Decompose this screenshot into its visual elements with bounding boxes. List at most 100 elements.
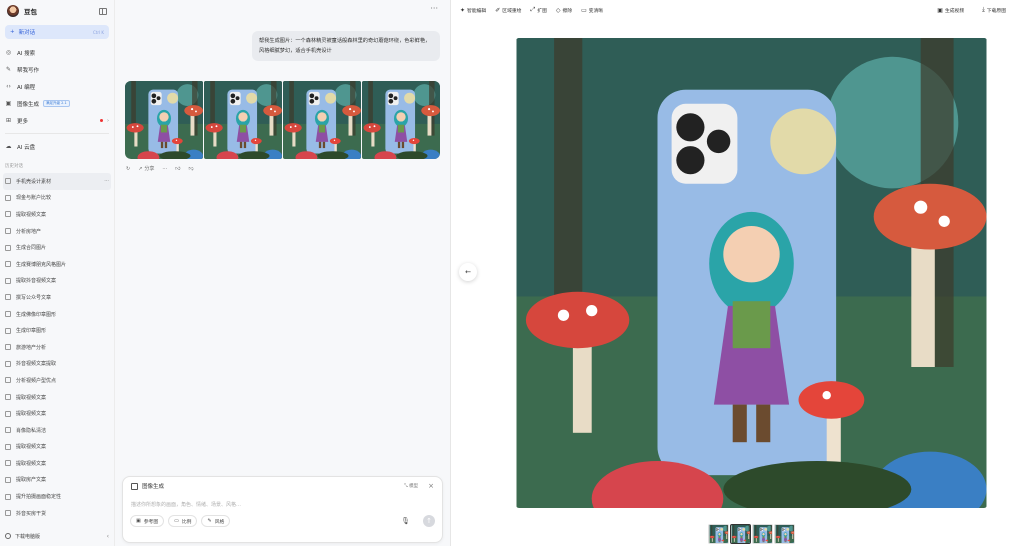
more-icon[interactable]: ···	[104, 178, 109, 184]
history-item[interactable]: 分析房地产	[0, 223, 114, 240]
expand-icon: ⤢	[530, 6, 536, 13]
history-item-label: 生成佛像印章图形	[16, 311, 57, 318]
expand-button[interactable]: ⤢ 扩图	[530, 6, 546, 14]
share-label: 分享	[144, 166, 155, 172]
download-desktop-link[interactable]: 下载电脑版 ‹	[5, 529, 109, 543]
history-item[interactable]: 提取视频文案	[0, 389, 114, 406]
thumbnail-4[interactable]	[774, 524, 795, 544]
generate-video-button[interactable]: ▣ 生成视频	[937, 6, 964, 14]
user-message: 帮我生成图片：一个森林精灵被童话般森林里的奇幻蘑菇环绕，色彩鲜艳，风格细腻梦幻，…	[252, 31, 440, 61]
generated-image-4[interactable]	[362, 81, 440, 159]
close-icon[interactable]: ×	[428, 482, 434, 490]
history-item[interactable]: 肖像隐私清洁	[0, 422, 114, 439]
previous-image-button[interactable]: ←	[459, 263, 477, 281]
download-original-button[interactable]: ⤓ 下载原图	[982, 6, 1006, 14]
tool-label: 参考图	[143, 519, 159, 525]
history-item[interactable]: 旅游地产分析	[0, 339, 114, 356]
history-item-label: 撰写公众号文章	[16, 294, 52, 301]
image-preview-pane: ✦ 智能编辑 ✐ 区域重绘 ⤢ 扩图 ◇ 擦除 ▭ 变清晰 ▣ 生成视频 ⤓ 下载原图 ←	[451, 0, 1024, 546]
erase-button[interactable]: ◇ 擦除	[556, 7, 572, 14]
regenerate-icon[interactable]: ↻	[126, 166, 130, 172]
history-item[interactable]: 手机壳设计素材 ···	[3, 173, 111, 190]
history-item-label: 抖音视频文案提取	[16, 361, 57, 368]
reference-image-button[interactable]: ▣ 参考图	[130, 515, 165, 527]
history-item[interactable]: 提取抖音视频文案	[0, 273, 114, 290]
enhance-button[interactable]: ▭ 变清晰	[581, 7, 603, 14]
history-item[interactable]: 抖音买房干货	[0, 505, 114, 522]
sidebar-item-label: AI 云盘	[17, 144, 36, 151]
sidebar-item-more[interactable]: ⊞ 更多 ›	[0, 112, 114, 129]
tool-label: 风格	[214, 519, 225, 525]
sidebar-item-image-gen[interactable]: ▣ 图像生成 满足升级 2.1	[0, 95, 114, 112]
chevron-right-icon: ›	[107, 117, 109, 124]
history-item[interactable]: 提升拍摄画面稳定性	[0, 488, 114, 505]
sidebar-item-cloud[interactable]: ☁ AI 云盘	[0, 138, 114, 155]
generated-image-2[interactable]	[204, 81, 282, 159]
ratio-icon: ▭	[174, 518, 179, 524]
history-item-label: 提取抖音视频文案	[16, 278, 57, 285]
chat-icon	[5, 377, 11, 384]
sidebar-item-ai-search[interactable]: ◎ AI 搜索	[0, 44, 114, 61]
generated-image-1[interactable]	[125, 81, 203, 159]
history-item[interactable]: 提取视频文案	[0, 455, 114, 472]
new-chat-button[interactable]: + 新对话 Ctrl K	[5, 25, 109, 39]
history-item[interactable]: 撰写公众号文章	[0, 289, 114, 306]
ratio-button[interactable]: ▭ 比例	[168, 515, 198, 527]
generated-image-3[interactable]	[283, 81, 361, 159]
thumbnail-1[interactable]	[708, 524, 729, 544]
chevron-left-icon[interactable]: ‹	[107, 533, 109, 540]
sidebar-item-label: AI 编程	[17, 84, 36, 91]
share-button[interactable]: ↗ 分享	[138, 165, 155, 173]
history-item[interactable]: 生成赛博朋克风格图片	[0, 256, 114, 273]
thumbnail-2[interactable]	[730, 524, 751, 544]
avatar[interactable]	[7, 5, 19, 17]
history-item-label: 提取视频文案	[16, 411, 47, 418]
style-button[interactable]: ✎ 风格	[201, 515, 231, 527]
preview-image[interactable]	[516, 38, 987, 508]
thumbs-up-icon[interactable]: 👍︎	[175, 166, 180, 172]
magic-icon: ✦	[460, 6, 466, 14]
style-icon: ✎	[207, 518, 212, 524]
share-icon: ↗	[138, 165, 143, 172]
history-item-label: 提取房产文案	[16, 477, 47, 484]
chat-icon	[5, 311, 11, 318]
history-item-label: 生成赛博朋克风格图片	[16, 261, 67, 268]
history-item[interactable]: 现金与账户比较	[0, 190, 114, 207]
history-item[interactable]: 生成佛像印章图形	[0, 306, 114, 323]
image-icon: ▣	[5, 100, 12, 107]
sidebar-item-coding[interactable]: ‹› AI 编程	[0, 78, 114, 95]
shortcut-hint: Ctrl K	[92, 29, 104, 35]
history-item[interactable]: 提取视频文案	[0, 439, 114, 456]
toolbar-label: 擦除	[562, 8, 573, 14]
history-item[interactable]: 提取视频文案	[0, 206, 114, 223]
chat-icon	[5, 178, 11, 185]
smart-edit-button[interactable]: ✦ 智能编辑	[460, 7, 486, 14]
thumbs-down-icon[interactable]: 👎︎	[188, 166, 193, 172]
history-section-label: 历史对话	[5, 164, 23, 169]
chat-icon	[5, 228, 11, 235]
sidebar-item-writing[interactable]: ✎ 帮我写作	[0, 61, 114, 78]
new-chat-label: 新对话	[18, 30, 36, 36]
history-item[interactable]: 提取房产文案	[0, 472, 114, 489]
history-item-label: 分析视频户型优点	[16, 377, 57, 384]
more-icon[interactable]: ···	[162, 166, 167, 172]
history-item-label: 提取视频文案	[16, 460, 47, 467]
history-item[interactable]: 生成印章图形	[0, 322, 114, 339]
model-selector[interactable]: ⤡ 模型	[404, 483, 418, 489]
generated-images	[125, 81, 440, 159]
chat-icon	[5, 327, 11, 334]
chat-icon	[5, 294, 11, 301]
history-item[interactable]: 分析视频户型优点	[0, 372, 114, 389]
history-item[interactable]: 抖音视频文案提取	[0, 356, 114, 373]
inpaint-button[interactable]: ✐ 区域重绘	[495, 7, 521, 14]
sidebar-item-label: 图像生成	[17, 101, 40, 108]
sidebar: 豆包 + 新对话 Ctrl K ◎ AI 搜索 ✎ 帮我写作 ‹› AI 编程 …	[0, 0, 115, 546]
send-button[interactable]: ↑	[423, 515, 435, 527]
history-item[interactable]: 提取视频文案	[0, 405, 114, 422]
more-options-icon[interactable]: ···	[430, 4, 438, 13]
sidebar-toggle-icon[interactable]	[99, 7, 107, 15]
history-item[interactable]: 生成合同图片	[0, 239, 114, 256]
microphone-icon[interactable]: 🎙︎	[401, 517, 410, 525]
thumbnail-3[interactable]	[752, 524, 773, 544]
prompt-input[interactable]: 描述你所想象的画面，角色、情绪、场景、风格…	[123, 495, 442, 515]
